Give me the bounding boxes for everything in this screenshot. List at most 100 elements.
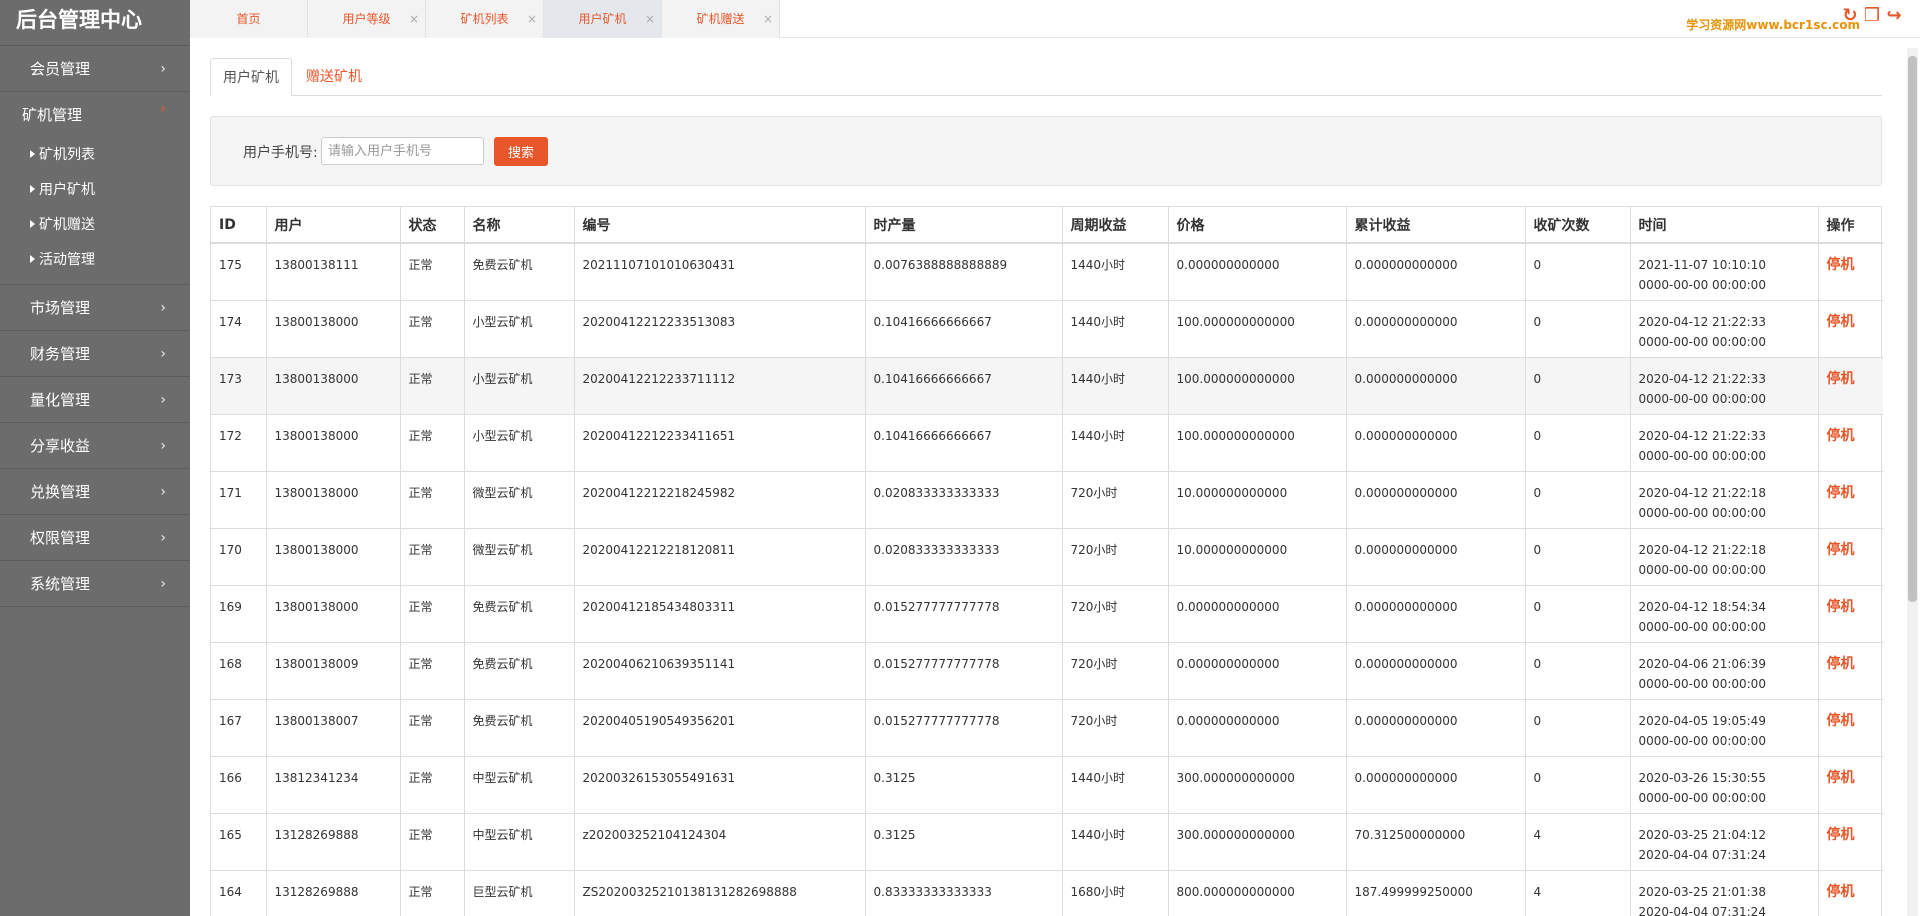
cell-name: 中型云矿机	[464, 813, 575, 871]
column-header: 操作	[1818, 207, 1883, 244]
cell-action: 停机	[1818, 300, 1883, 358]
tab-user-levels[interactable]: 用户等级 ×	[308, 0, 426, 38]
cell-total-income: 0.000000000000	[1346, 300, 1526, 358]
cell-id: 164	[211, 870, 267, 916]
sub-tab-bar: 用户矿机 赠送矿机	[210, 58, 1882, 97]
sidebar-subitem-miner-list[interactable]: 矿机列表	[0, 138, 190, 173]
cell-user: 13800138000	[266, 471, 401, 529]
search-label: 用户手机号:	[243, 145, 318, 161]
sidebar-item-label: 市场管理	[30, 299, 91, 317]
cell-action: 停机	[1818, 756, 1883, 814]
sidebar-subitem-user-miners[interactable]: 用户矿机	[0, 173, 190, 208]
sidebar-item-permissions[interactable]: 权限管理 ›	[0, 515, 190, 561]
time-end: 0000-00-00 00:00:00	[1638, 391, 1766, 406]
cell-time: 2020-03-25 21:04:12 2020-04-04 07:31:24	[1630, 813, 1819, 871]
time-end: 0000-00-00 00:00:00	[1638, 790, 1766, 805]
time-start: 2020-04-05 19:05:49	[1638, 713, 1766, 728]
cell-collect-count: 0	[1525, 471, 1631, 529]
time-start: 2020-03-25 21:04:12	[1638, 827, 1766, 842]
time-start: 2020-04-12 21:22:33	[1638, 371, 1766, 386]
cell-collect-count: 4	[1525, 870, 1631, 916]
cell-code: 20200406210639351141	[574, 642, 866, 700]
cell-name: 小型云矿机	[464, 414, 575, 472]
tab-label: 首页	[236, 12, 261, 26]
cell-time: 2020-04-12 21:22:33 0000-00-00 00:00:00	[1630, 300, 1819, 358]
cell-price: 0.000000000000	[1168, 642, 1347, 700]
phone-search-input[interactable]	[321, 137, 484, 165]
time-start: 2021-11-07 10:10:10	[1638, 258, 1766, 272]
cell-code: 20200405190549356201	[574, 699, 866, 757]
cell-cycle: 1440小时	[1062, 357, 1169, 415]
stop-miner-button[interactable]: 停机	[1827, 485, 1855, 501]
watermark-text: 学习资源网www.bcr1sc.com	[1686, 18, 1860, 32]
time-start: 2020-03-26 15:30:55	[1638, 770, 1766, 785]
sidebar-item-system[interactable]: 系统管理 ›	[0, 561, 190, 607]
stop-miner-button[interactable]: 停机	[1827, 314, 1855, 330]
close-icon[interactable]: ×	[763, 0, 773, 38]
time-end: 2020-04-04 07:31:24	[1638, 847, 1766, 862]
tab-miner-list[interactable]: 矿机列表 ×	[426, 0, 544, 38]
sidebar-item-quant[interactable]: 量化管理 ›	[0, 377, 190, 423]
cell-hourly-output: 0.015277777777778	[865, 642, 1063, 700]
cell-total-income: 70.312500000000	[1346, 813, 1526, 871]
sidebar-item-share-income[interactable]: 分享收益 ›	[0, 423, 190, 469]
sidebar-item-finance[interactable]: 财务管理 ›	[0, 331, 190, 377]
tab-user-miners[interactable]: 用户矿机 ×	[544, 0, 662, 38]
cell-collect-count: 0	[1525, 243, 1631, 301]
subtab-user-miners[interactable]: 用户矿机	[210, 58, 292, 97]
cell-user: 13800138000	[266, 357, 401, 415]
cell-code: 20200412185434803311	[574, 585, 866, 643]
cell-action: 停机	[1818, 357, 1883, 415]
table-row: 172 13800138000 正常 小型云矿机 2020041221223341165…	[211, 414, 1883, 472]
stop-miner-button[interactable]: 停机	[1827, 770, 1855, 786]
close-icon[interactable]: ×	[527, 0, 537, 38]
main-content: 用户矿机 赠送矿机 用户手机号: 搜索 ID 用户 状态 名称 编号	[210, 58, 1883, 916]
cell-code: 20200412212218120811	[574, 528, 866, 586]
cell-collect-count: 0	[1525, 300, 1631, 358]
table-row: 166 13812341234 正常 中型云矿机 2020032615305549163…	[211, 756, 1883, 814]
refresh-icon[interactable]: ↻	[1840, 6, 1860, 26]
stop-miner-button[interactable]: 停机	[1827, 371, 1855, 387]
close-icon[interactable]: ×	[645, 0, 655, 38]
cell-time: 2020-04-12 21:22:33 0000-00-00 00:00:00	[1630, 357, 1819, 415]
stop-miner-button[interactable]: 停机	[1827, 656, 1855, 672]
stop-miner-button[interactable]: 停机	[1827, 884, 1855, 900]
stop-miner-button[interactable]: 停机	[1827, 827, 1855, 843]
trash-icon[interactable]: ❒	[1862, 6, 1882, 26]
sidebar-subitem-label: 活动管理	[39, 252, 95, 268]
stop-miner-button[interactable]: 停机	[1827, 713, 1855, 729]
sidebar-subitem-label: 用户矿机	[39, 182, 95, 198]
sidebar-subitem-miner-gift[interactable]: 矿机赠送	[0, 208, 190, 243]
scrollbar-thumb[interactable]	[1908, 56, 1917, 602]
sidebar-item-market[interactable]: 市场管理 ›	[0, 285, 190, 331]
sidebar-submenu-miners: 矿机列表 用户矿机 矿机赠送 活动管理	[0, 138, 190, 285]
subtab-label: 赠送矿机	[306, 69, 362, 85]
cell-name: 微型云矿机	[464, 528, 575, 586]
cell-code: z202003252104124304	[574, 813, 866, 871]
cell-action: 停机	[1818, 243, 1883, 301]
close-icon[interactable]: ×	[409, 0, 419, 38]
sidebar-item-label: 会员管理	[30, 60, 91, 78]
sidebar-item-miners[interactable]: 矿机管理 ›	[0, 92, 190, 138]
logout-icon[interactable]: ↪	[1884, 6, 1904, 26]
sidebar-item-label: 分享收益	[30, 437, 91, 455]
stop-miner-button[interactable]: 停机	[1827, 599, 1855, 615]
sidebar-subitem-label: 矿机列表	[39, 147, 95, 163]
tab-home[interactable]: 首页	[190, 0, 308, 38]
sidebar-subitem-activities[interactable]: 活动管理	[0, 243, 190, 278]
table-row: 167 13800138007 正常 免费云矿机 2020040519054935620…	[211, 699, 1883, 757]
vertical-scrollbar[interactable]	[1907, 48, 1918, 916]
cell-total-income: 0.000000000000	[1346, 357, 1526, 415]
stop-miner-button[interactable]: 停机	[1827, 257, 1855, 273]
tab-miner-gift[interactable]: 矿机赠送 ×	[662, 0, 780, 38]
cell-cycle: 720小时	[1062, 642, 1169, 700]
stop-miner-button[interactable]: 停机	[1827, 542, 1855, 558]
search-button[interactable]: 搜索	[494, 137, 548, 166]
subtab-gift-miners[interactable]: 赠送矿机	[294, 58, 374, 97]
cell-hourly-output: 0.020833333333333	[865, 471, 1063, 529]
sidebar-item-exchange[interactable]: 兑换管理 ›	[0, 469, 190, 515]
cell-hourly-output: 0.015277777777778	[865, 699, 1063, 757]
stop-miner-button[interactable]: 停机	[1827, 428, 1855, 444]
chevron-right-icon: ›	[160, 576, 166, 592]
sidebar-item-label: 兑换管理	[30, 483, 91, 501]
